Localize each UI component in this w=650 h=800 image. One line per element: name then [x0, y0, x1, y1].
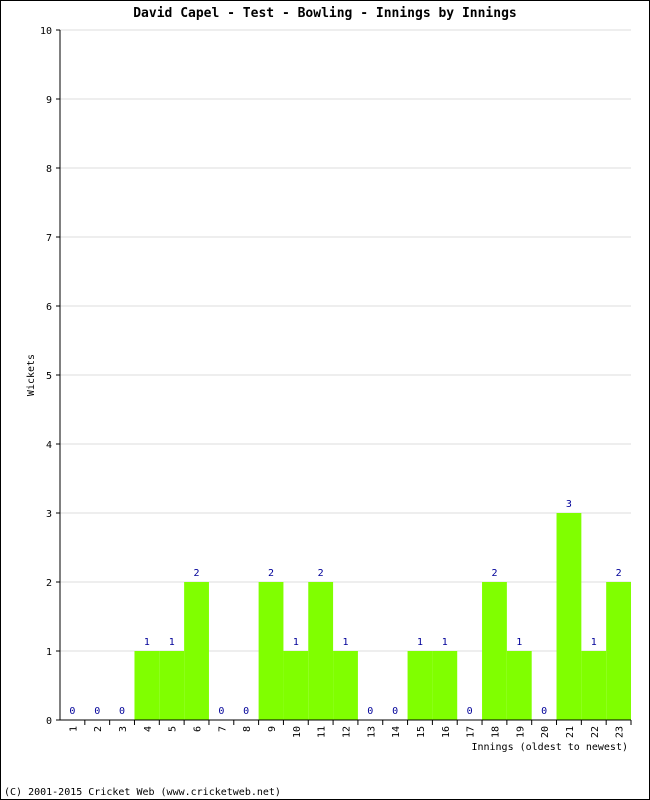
data-label: 0	[218, 706, 224, 717]
x-axis-label: Innings (oldest to newest)	[471, 742, 628, 753]
data-label: 0	[392, 706, 398, 717]
bar	[308, 582, 334, 720]
data-label: 0	[467, 706, 473, 717]
data-label: 1	[417, 637, 423, 648]
x-tick-label: 13	[366, 726, 377, 738]
x-tick-label: 22	[590, 726, 601, 738]
data-label: 2	[194, 568, 200, 579]
x-tick-label: 19	[515, 726, 526, 738]
bar	[283, 651, 309, 720]
data-label: 1	[442, 637, 448, 648]
x-tick-label: 2	[93, 726, 104, 732]
y-tick-label: 5	[46, 371, 52, 382]
bar	[134, 651, 160, 720]
y-tick-label: 3	[46, 509, 52, 520]
y-tick-label: 7	[46, 233, 52, 244]
chart-title: David Capel - Test - Bowling - Innings b…	[133, 6, 517, 21]
bar	[482, 582, 507, 720]
data-label: 0	[367, 706, 373, 717]
data-label: 1	[144, 637, 150, 648]
x-tick-label: 14	[391, 726, 402, 738]
bar	[333, 651, 358, 720]
x-tick-label: 15	[416, 726, 427, 738]
y-tick-label: 2	[46, 578, 52, 589]
data-label: 2	[491, 568, 497, 579]
y-tick-label: 1	[46, 647, 52, 658]
bar-chart: David Capel - Test - Bowling - Innings b…	[4, 6, 632, 798]
bar	[258, 582, 284, 720]
bar	[606, 582, 631, 720]
x-tick-label: 6	[193, 726, 204, 732]
x-tick-label: 5	[168, 726, 179, 732]
data-label: 1	[591, 637, 597, 648]
y-tick-label: 4	[46, 440, 52, 451]
x-tick-label: 9	[267, 726, 278, 732]
bar	[556, 513, 582, 720]
bar	[159, 651, 185, 720]
data-label: 1	[342, 637, 348, 648]
x-tick-label: 3	[118, 726, 129, 732]
bar	[506, 651, 532, 720]
bar	[581, 651, 607, 720]
data-label: 2	[268, 568, 274, 579]
y-tick-label: 10	[40, 26, 52, 37]
footer-copyright: (C) 2001-2015 Cricket Web (www.cricketwe…	[4, 787, 281, 798]
y-tick-label: 9	[46, 95, 52, 106]
data-label: 2	[318, 568, 324, 579]
data-label: 2	[616, 568, 622, 579]
y-axis-label: Wickets	[26, 354, 37, 396]
x-tick-label: 7	[217, 726, 228, 732]
x-tick-label: 18	[490, 726, 501, 738]
data-label: 1	[516, 637, 522, 648]
bar	[407, 651, 433, 720]
data-label: 0	[243, 706, 249, 717]
x-tick-label: 21	[565, 726, 576, 738]
x-tick-label: 23	[615, 726, 626, 738]
x-tick-label: 17	[466, 726, 477, 738]
x-tick-label: 11	[317, 726, 328, 738]
x-tick-label: 12	[342, 726, 353, 738]
x-tick-label: 8	[242, 726, 253, 732]
data-label: 0	[541, 706, 547, 717]
data-label: 1	[169, 637, 175, 648]
data-label: 3	[566, 499, 572, 510]
x-tick-label: 20	[540, 726, 551, 738]
y-tick-label: 6	[46, 302, 52, 313]
data-label: 0	[119, 706, 125, 717]
data-label: 1	[293, 637, 299, 648]
bar	[432, 651, 458, 720]
x-tick-label: 16	[441, 726, 452, 738]
x-tick-label: 1	[68, 726, 79, 732]
y-tick-label: 0	[46, 716, 52, 727]
x-tick-label: 10	[292, 726, 303, 738]
data-label: 0	[94, 706, 100, 717]
x-tick-label: 4	[143, 726, 154, 732]
y-tick-label: 8	[46, 164, 52, 175]
bar	[184, 582, 209, 720]
data-label: 0	[69, 706, 75, 717]
